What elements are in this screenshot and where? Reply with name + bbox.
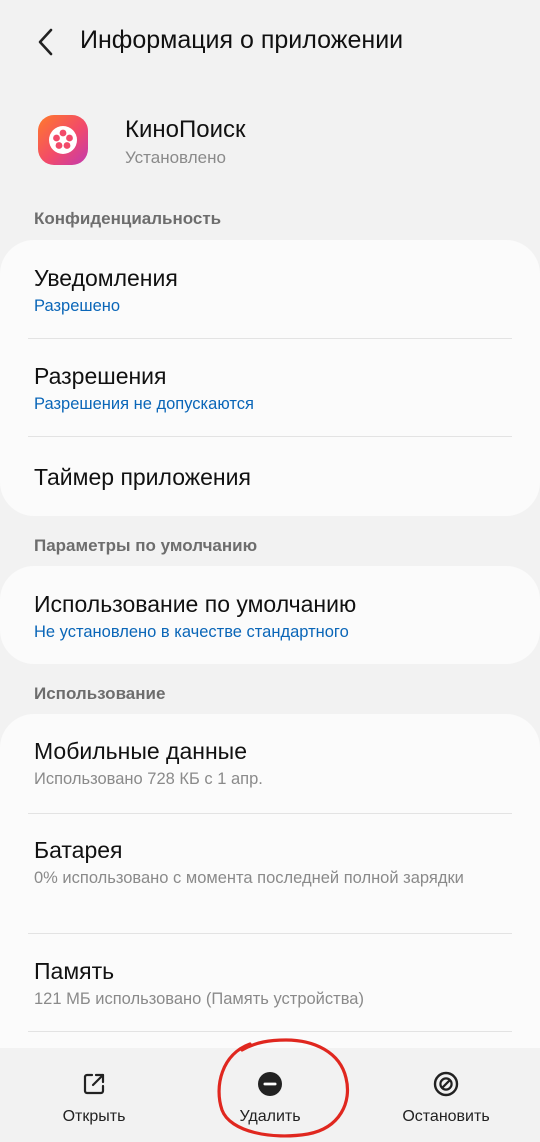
permissions-item[interactable]: Разрешения Разрешения не допускаются xyxy=(34,361,512,415)
top-bar: Информация о приложении xyxy=(0,0,540,84)
page-title: Информация о приложении xyxy=(80,26,404,54)
divider xyxy=(28,436,512,437)
mobile-data-item[interactable]: Мобильные данные Использовано 728 КБ с 1… xyxy=(34,736,512,790)
bottom-action-bar: Открыть Удалить Остановить xyxy=(0,1048,540,1142)
open-external-icon xyxy=(80,1070,108,1098)
section-title-defaults: Параметры по умолчанию xyxy=(34,536,258,555)
item-subtitle: Не установлено в качестве стандартного xyxy=(34,623,349,641)
app-install-status: Установлено xyxy=(125,148,226,167)
item-subtitle: 0% использовано с момента последней полн… xyxy=(34,869,464,887)
app-timer-item[interactable]: Таймер приложения xyxy=(34,462,512,492)
delete-label: Удалить xyxy=(239,1108,301,1125)
item-title: Использование по умолчанию xyxy=(34,591,357,617)
privacy-card: Уведомления Разрешено Разрешения Разреше… xyxy=(0,240,540,516)
defaults-card: Использование по умолчанию Не установлен… xyxy=(0,566,540,664)
divider xyxy=(28,933,512,934)
section-title-privacy: Конфиденциальность xyxy=(34,209,222,228)
divider xyxy=(28,813,512,814)
app-name: КиноПоиск xyxy=(125,116,246,143)
stop-label: Остановить xyxy=(402,1108,490,1125)
stop-button[interactable]: Остановить xyxy=(366,1048,526,1142)
item-title: Разрешения xyxy=(34,363,167,389)
open-button[interactable]: Открыть xyxy=(14,1048,174,1142)
item-title: Память xyxy=(34,958,115,984)
item-title: Уведомления xyxy=(34,265,178,291)
item-subtitle: Разрешено xyxy=(34,297,121,315)
delete-button[interactable]: Удалить xyxy=(190,1048,350,1142)
item-subtitle: Использовано 728 КБ с 1 апр. xyxy=(34,770,263,788)
app-info-screen: Информация о приложении КиноПоиск Устано… xyxy=(0,0,540,1142)
back-button[interactable] xyxy=(26,22,66,62)
minus-circle-icon xyxy=(256,1070,284,1098)
back-arrow-icon xyxy=(38,28,53,56)
item-title: Мобильные данные xyxy=(34,738,247,764)
item-subtitle: 121 МБ использовано (Память устройства) xyxy=(34,990,364,1008)
item-subtitle: Разрешения не допускаются xyxy=(34,395,254,413)
storage-item[interactable]: Память 121 МБ использовано (Память устро… xyxy=(34,956,512,1010)
divider xyxy=(28,1031,512,1032)
usage-card: Мобильные данные Использовано 728 КБ с 1… xyxy=(0,714,540,1054)
battery-item[interactable]: Батарея 0% использовано с момента послед… xyxy=(34,835,480,889)
item-title: Таймер приложения xyxy=(34,464,251,490)
item-title: Батарея xyxy=(34,837,123,863)
kinopoisk-app-icon xyxy=(38,115,88,165)
stop-circle-icon xyxy=(432,1070,460,1098)
open-label: Открыть xyxy=(62,1108,126,1125)
notifications-item[interactable]: Уведомления Разрешено xyxy=(34,263,512,317)
default-usage-item[interactable]: Использование по умолчанию Не установлен… xyxy=(34,589,512,643)
section-title-usage: Использование xyxy=(34,684,166,703)
divider xyxy=(28,338,512,339)
